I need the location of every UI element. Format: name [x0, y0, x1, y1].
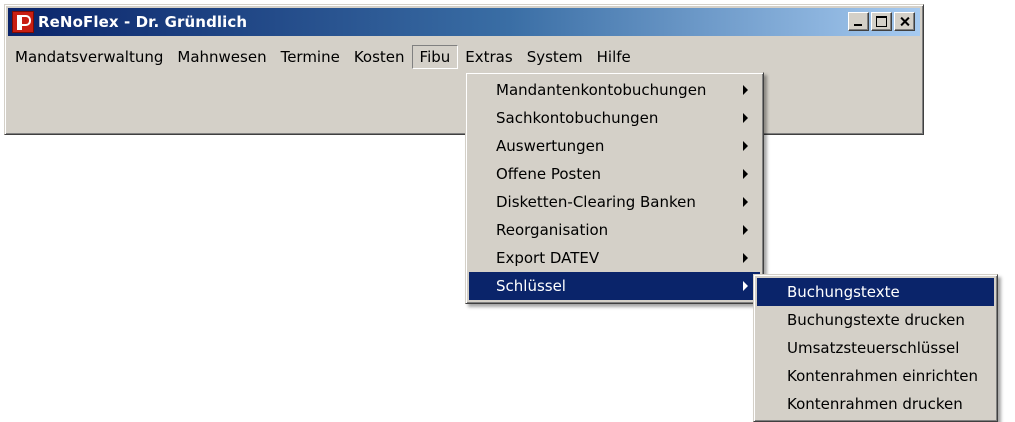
menu-kosten[interactable]: Kosten [347, 45, 412, 69]
menu-item-disketten-clearing-banken[interactable]: Disketten-Clearing Banken [469, 188, 760, 216]
menu-item-umsatzsteuerschluessel[interactable]: Umsatzsteuerschlüssel [757, 334, 994, 362]
submenu-arrow-icon [743, 141, 748, 151]
main-window: ReNoFlex - Dr. Gründlich Mandatsverwaltu… [4, 4, 924, 135]
menu-item-label: Disketten-Clearing Banken [496, 193, 696, 211]
menu-mandatsverwaltung[interactable]: Mandatsverwaltung [8, 45, 170, 69]
menu-item-mandantenkontobuchungen[interactable]: Mandantenkontobuchungen [469, 76, 760, 104]
window-controls [846, 12, 915, 31]
close-icon[interactable] [894, 12, 915, 31]
title-bar[interactable]: ReNoFlex - Dr. Gründlich [8, 8, 920, 36]
menu-item-export-datev[interactable]: Export DATEV [469, 244, 760, 272]
window-title: ReNoFlex - Dr. Gründlich [38, 13, 248, 31]
submenu-arrow-icon [743, 85, 748, 95]
menu-item-label: Export DATEV [496, 249, 600, 267]
menu-item-label: Mandantenkontobuchungen [496, 81, 707, 99]
menu-item-buchungstexte-drucken[interactable]: Buchungstexte drucken [757, 306, 994, 334]
menu-item-kontenrahmen-einrichten[interactable]: Kontenrahmen einrichten [757, 362, 994, 390]
maximize-icon[interactable] [871, 12, 892, 31]
menu-termine[interactable]: Termine [274, 45, 347, 69]
menu-extras[interactable]: Extras [458, 45, 519, 69]
menu-item-sachkontobuchungen[interactable]: Sachkontobuchungen [469, 104, 760, 132]
menu-item-label: Offene Posten [496, 165, 601, 183]
menu-mahnwesen[interactable]: Mahnwesen [170, 45, 273, 69]
schluessel-submenu: Buchungstexte Buchungstexte drucken Umsa… [753, 274, 998, 422]
submenu-arrow-icon [743, 169, 748, 179]
menu-system[interactable]: System [520, 45, 590, 69]
menu-item-label: Auswertungen [496, 137, 605, 155]
menu-item-schluessel[interactable]: Schlüssel [469, 272, 760, 300]
submenu-arrow-icon [743, 225, 748, 235]
menu-item-auswertungen[interactable]: Auswertungen [469, 132, 760, 160]
renoflex-logo-icon[interactable] [12, 11, 34, 33]
fibu-dropdown: Mandantenkontobuchungen Sachkontobuchung… [465, 72, 764, 304]
submenu-arrow-icon [743, 113, 748, 123]
submenu-arrow-icon [743, 197, 748, 207]
screen: ReNoFlex - Dr. Gründlich Mandatsverwaltu… [0, 0, 1015, 422]
menu-item-kontenrahmen-drucken[interactable]: Kontenrahmen drucken [757, 390, 994, 418]
menu-item-offene-posten[interactable]: Offene Posten [469, 160, 760, 188]
menu-item-label: Sachkontobuchungen [496, 109, 659, 127]
menu-item-buchungstexte[interactable]: Buchungstexte [757, 278, 994, 306]
submenu-arrow-icon [743, 281, 748, 291]
menu-item-label: Schlüssel [496, 277, 566, 295]
menu-bar: Mandatsverwaltung Mahnwesen Termine Kost… [8, 45, 638, 69]
menu-fibu[interactable]: Fibu [411, 45, 459, 69]
minimize-icon[interactable] [848, 12, 869, 31]
menu-item-label: Reorganisation [496, 221, 609, 239]
submenu-arrow-icon [743, 253, 748, 263]
menu-item-reorganisation[interactable]: Reorganisation [469, 216, 760, 244]
menu-hilfe[interactable]: Hilfe [590, 45, 638, 69]
